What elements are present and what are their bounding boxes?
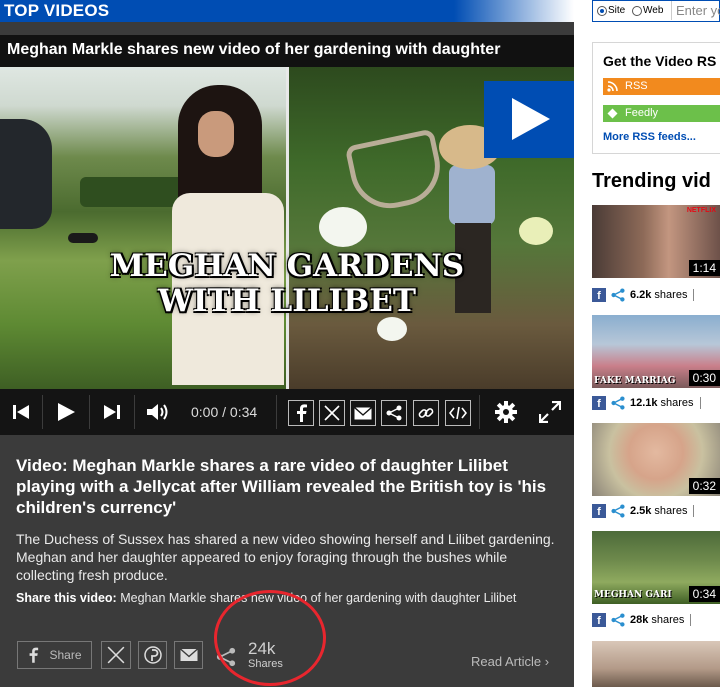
copy-link-button[interactable] bbox=[413, 400, 439, 426]
embed-code-icon bbox=[449, 406, 467, 420]
link-icon bbox=[418, 408, 434, 418]
pinterest-share-button[interactable] bbox=[138, 641, 167, 669]
video-frame-left bbox=[0, 67, 286, 389]
share-icon[interactable] bbox=[611, 396, 625, 410]
feedly-icon bbox=[607, 108, 618, 119]
facebook-share-button[interactable]: Share bbox=[17, 641, 92, 669]
player-controls: 0:00 / 0:34 bbox=[0, 389, 574, 435]
rss-icon bbox=[607, 81, 618, 92]
share-icon[interactable] bbox=[611, 613, 625, 627]
expand-icon bbox=[539, 401, 561, 423]
trending-video-thumbnail[interactable]: NETFLIX 1:14 bbox=[592, 205, 720, 278]
trending-video-thumbnail[interactable]: FAKE MARRIAG 0:30 bbox=[592, 315, 720, 388]
video-duration: 1:14 bbox=[688, 260, 720, 276]
video-headline[interactable]: Video: Meghan Markle shares a rare video… bbox=[16, 455, 561, 518]
share-button[interactable] bbox=[381, 400, 407, 426]
x-share-button[interactable] bbox=[101, 641, 131, 669]
trending-share-row: f 12.1k shares bbox=[592, 394, 720, 412]
sidebar: Site Web Enter yo Get the Video RS RSS F… bbox=[574, 0, 720, 687]
settings-button[interactable] bbox=[486, 389, 526, 435]
facebook-icon[interactable]: f bbox=[592, 504, 606, 518]
chevron-right-icon: › bbox=[544, 654, 550, 669]
page: TOP VIDEOS Meghan Markle shares new vide… bbox=[0, 0, 720, 687]
video-duration: 0:32 bbox=[688, 478, 720, 494]
skip-forward-icon bbox=[104, 405, 120, 419]
more-rss-feeds-link[interactable]: More RSS feeds... bbox=[603, 131, 696, 143]
trending-video-thumbnail[interactable] bbox=[592, 641, 720, 687]
volume-icon bbox=[147, 404, 168, 420]
facebook-icon bbox=[297, 404, 307, 422]
video-duration: 0:34 bbox=[688, 586, 720, 602]
facebook-icon[interactable]: f bbox=[592, 288, 606, 302]
fullscreen-button[interactable] bbox=[530, 389, 570, 435]
x-icon bbox=[324, 405, 340, 421]
x-icon bbox=[107, 646, 125, 664]
volume-button[interactable] bbox=[135, 389, 183, 435]
trending-video-thumbnail[interactable]: MEGHAN GARI 0:34 bbox=[592, 531, 720, 604]
embed-button[interactable] bbox=[445, 400, 471, 426]
pinterest-icon bbox=[143, 646, 162, 664]
video-player[interactable]: MEGHAN GARDENS WITH LILIBET bbox=[0, 67, 574, 389]
share-icon[interactable] bbox=[611, 504, 625, 518]
facebook-icon[interactable]: f bbox=[592, 396, 606, 410]
next-button[interactable] bbox=[90, 389, 134, 435]
section-title: TOP VIDEOS bbox=[4, 1, 110, 20]
skip-back-icon bbox=[13, 405, 29, 419]
video-duration: 0:30 bbox=[688, 370, 720, 386]
facebook-share-button[interactable] bbox=[288, 400, 314, 426]
section-header: TOP VIDEOS bbox=[0, 0, 574, 22]
trending-share-row: f 6.2k shares bbox=[592, 286, 720, 304]
facebook-icon bbox=[30, 647, 39, 663]
previous-button[interactable] bbox=[0, 389, 42, 435]
share-icon[interactable] bbox=[611, 288, 625, 302]
trending-share-row: f 28k shares bbox=[592, 611, 720, 629]
site-radio[interactable] bbox=[597, 6, 607, 16]
rss-box: Get the Video RS RSS Feedly More RSS fee… bbox=[592, 42, 720, 154]
time-display: 0:00 / 0:34 bbox=[191, 404, 258, 420]
gear-icon bbox=[495, 401, 517, 423]
video-description: The Duchess of Sussex has shared a new v… bbox=[16, 531, 555, 583]
video-title-bar: Meghan Markle shares new video of her ga… bbox=[0, 35, 574, 67]
play-icon bbox=[58, 403, 75, 421]
play-pause-button[interactable] bbox=[43, 389, 89, 435]
email-share-button[interactable] bbox=[350, 400, 376, 426]
email-icon bbox=[179, 648, 198, 661]
video-column: TOP VIDEOS Meghan Markle shares new vide… bbox=[0, 0, 574, 687]
trending-share-row: f 2.5k shares bbox=[592, 502, 720, 520]
email-share-button[interactable] bbox=[174, 641, 203, 669]
video-title[interactable]: Meghan Markle shares new video of her ga… bbox=[7, 41, 500, 59]
read-article-link[interactable]: Read Article › bbox=[471, 654, 549, 669]
rss-feed-button[interactable]: RSS bbox=[603, 78, 720, 95]
search-input[interactable]: Enter yo bbox=[671, 1, 720, 20]
search-box: Site Web Enter yo bbox=[592, 0, 720, 22]
play-icon bbox=[512, 98, 550, 140]
rss-title: Get the Video RS bbox=[603, 53, 717, 69]
trending-title: Trending vid bbox=[592, 170, 711, 192]
facebook-icon[interactable]: f bbox=[592, 613, 606, 627]
trending-video-thumbnail[interactable]: 0:32 bbox=[592, 423, 720, 496]
web-radio[interactable] bbox=[632, 6, 642, 16]
video-overlay-caption: MEGHAN GARDENS WITH LILIBET bbox=[109, 248, 465, 319]
feedly-button[interactable]: Feedly bbox=[603, 105, 720, 122]
x-share-button[interactable] bbox=[319, 400, 345, 426]
play-button[interactable] bbox=[484, 81, 574, 158]
share-icon bbox=[386, 405, 402, 421]
email-icon bbox=[354, 406, 372, 419]
annotation-circle bbox=[214, 590, 326, 686]
